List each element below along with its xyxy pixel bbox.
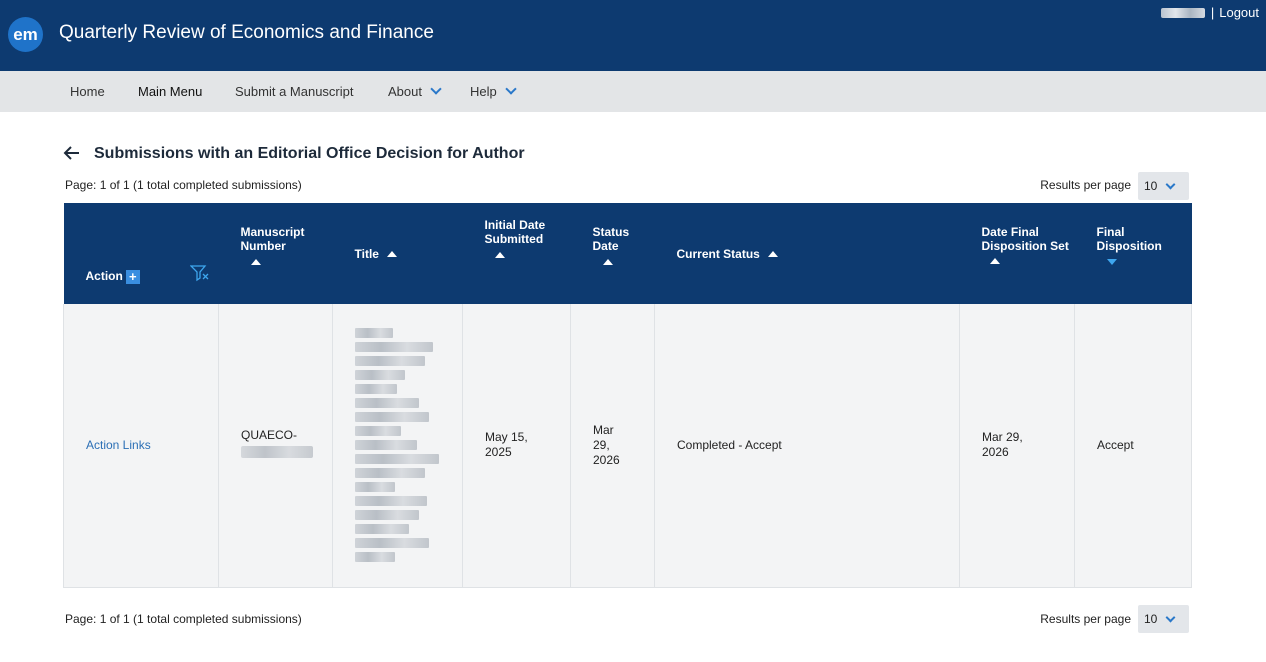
sort-asc-icon[interactable]	[989, 257, 1000, 264]
chevron-down-icon	[1165, 179, 1176, 190]
nav-home[interactable]: Home	[70, 71, 105, 112]
sort-asc-icon[interactable]	[602, 259, 613, 265]
title-blurred	[355, 328, 440, 563]
manuscript-number-prefix: QUAECO-	[241, 428, 298, 443]
results-per-page-select-top[interactable]: 10	[1138, 172, 1189, 200]
col-status-date-label: Status Date	[592, 225, 630, 253]
col-final-disposition[interactable]: Final Disposition	[1074, 203, 1192, 304]
pager-bottom: Page: 1 of 1 (1 total completed submissi…	[65, 612, 302, 626]
cell-action: Action Links	[63, 304, 219, 588]
cell-initial-date: May 15, 2025	[462, 304, 571, 588]
col-initial-date-label: Initial Date Submitted	[484, 218, 546, 246]
col-date-final-disposition[interactable]: Date Final Disposition Set	[959, 203, 1075, 304]
results-per-page-label-top: Results per page	[1040, 178, 1131, 192]
cell-manuscript-number: QUAECO-	[218, 304, 333, 588]
final-disposition-value: Accept	[1097, 437, 1134, 452]
chevron-down-icon	[430, 83, 442, 95]
sort-asc-icon[interactable]	[386, 251, 397, 258]
nav-about[interactable]: About	[388, 71, 442, 112]
nav-main-menu[interactable]: Main Menu	[138, 71, 202, 112]
cell-date-final-disposition: Mar 29, 2026	[959, 304, 1075, 588]
nav-about-label: About	[388, 84, 422, 99]
chevron-down-icon	[1165, 612, 1176, 623]
table-row: Action Links QUAECO- May 15, 2025 Mar 29…	[63, 304, 1192, 588]
nav-help[interactable]: Help	[470, 71, 517, 112]
expand-plus-icon[interactable]: +	[125, 270, 140, 284]
page-title: Submissions with an Editorial Office Dec…	[94, 145, 525, 162]
col-title-label: Title	[354, 246, 379, 261]
user-name-blurred	[1160, 7, 1205, 18]
cell-final-disposition: Accept	[1074, 304, 1192, 588]
sort-asc-icon[interactable]	[767, 251, 778, 258]
journal-title: Quarterly Review of Economics and Financ…	[59, 22, 434, 43]
results-per-page-value: 10	[1144, 612, 1158, 626]
sort-asc-icon[interactable]	[250, 259, 261, 265]
col-action: Action +	[63, 203, 219, 304]
em-logo[interactable]: em	[8, 17, 43, 52]
cell-title	[332, 304, 463, 588]
col-manuscript-number-label: Manuscript Number	[240, 225, 305, 253]
top-header: em Quarterly Review of Economics and Fin…	[0, 0, 1266, 71]
results-per-page-select-bottom[interactable]: 10	[1138, 605, 1189, 633]
col-date-final-disposition-label: Date Final Disposition Set	[981, 225, 1069, 253]
sort-desc-icon[interactable]	[1106, 259, 1117, 265]
col-current-status[interactable]: Current Status	[654, 203, 960, 304]
col-action-label: Action	[85, 269, 123, 283]
nav-submit-manuscript[interactable]: Submit a Manuscript	[235, 71, 354, 112]
nav-help-label: Help	[470, 84, 497, 99]
logout-link[interactable]: Logout	[1219, 5, 1259, 20]
manuscript-number-blurred	[241, 446, 313, 459]
action-links[interactable]: Action Links	[86, 438, 151, 452]
pager-top: Page: 1 of 1 (1 total completed submissi…	[65, 178, 302, 192]
col-title[interactable]: Title	[332, 203, 463, 304]
current-status-value: Completed - Accept	[677, 437, 782, 452]
results-per-page-label-bottom: Results per page	[1040, 612, 1131, 626]
clear-filter-icon[interactable]	[189, 264, 210, 282]
col-status-date[interactable]: Status Date	[570, 203, 655, 304]
col-initial-date[interactable]: Initial Date Submitted	[462, 203, 571, 304]
initial-date-value: May 15, 2025	[485, 430, 528, 460]
col-final-disposition-label: Final Disposition	[1096, 225, 1162, 253]
cell-current-status: Completed - Accept	[654, 304, 960, 588]
back-arrow-icon[interactable]	[63, 143, 81, 163]
main-nav: Home Main Menu Submit a Manuscript About…	[0, 71, 1266, 112]
results-per-page-value: 10	[1144, 179, 1158, 193]
chevron-down-icon	[505, 83, 517, 95]
col-manuscript-number[interactable]: Manuscript Number	[218, 203, 333, 304]
cell-status-date: Mar 29, 2026	[570, 304, 655, 588]
nav-submit-manuscript-label: Submit a Manuscript	[235, 84, 354, 99]
user-area: | Logout	[1160, 5, 1259, 20]
nav-main-menu-label: Main Menu	[138, 84, 203, 99]
user-separator: |	[1210, 5, 1215, 20]
col-current-status-label: Current Status	[676, 246, 760, 261]
sort-asc-icon[interactable]	[494, 252, 505, 258]
status-date-value: Mar 29, 2026	[593, 422, 620, 467]
date-final-disposition-value: Mar 29, 2026	[982, 430, 1023, 460]
submissions-table: Action + Manuscript Number Title Initial …	[63, 203, 1192, 588]
nav-home-label: Home	[70, 84, 105, 99]
